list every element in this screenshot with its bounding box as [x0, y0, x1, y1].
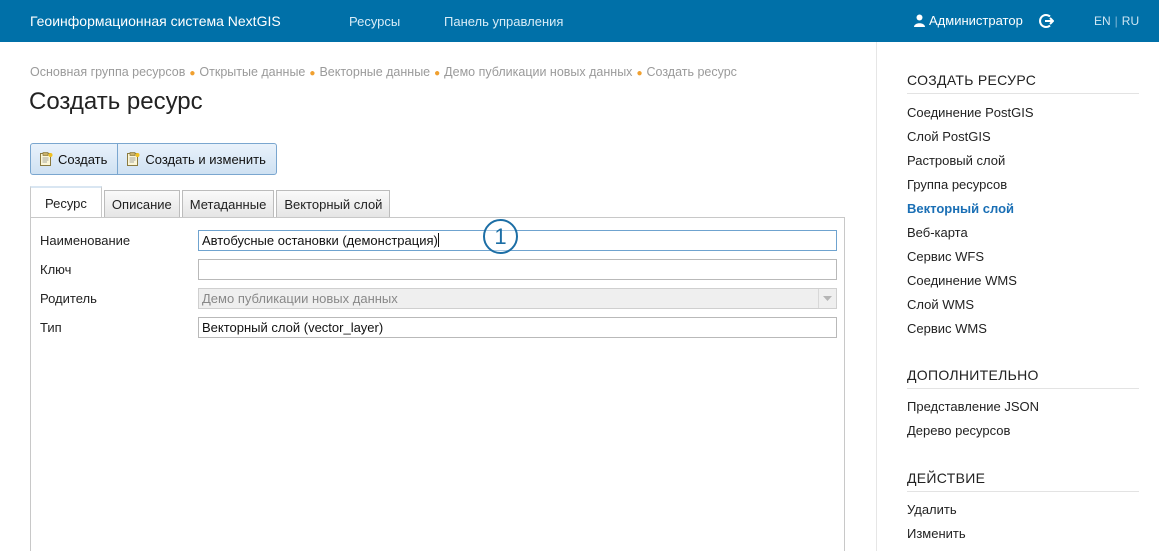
parent-select[interactable]: Демо публикации новых данных: [198, 288, 837, 309]
sidebar-heading-create: СОЗДАТЬ РЕСУРС: [907, 72, 1139, 94]
sidebar-item-delete[interactable]: Удалить: [907, 498, 1139, 522]
create-and-edit-button[interactable]: Создать и изменить: [117, 144, 275, 174]
name-input-value: Автобусные остановки (демонстрация): [202, 233, 438, 248]
breadcrumb-separator: ●: [309, 68, 316, 79]
sidebar-heading-action: ДЕЙСТВИЕ: [907, 470, 1139, 492]
user-name: Администратор: [929, 13, 1023, 28]
sidebar-item-edit[interactable]: Изменить: [907, 522, 1139, 546]
sidebar-extra-section: ДОПОЛНИТЕЛЬНО Представление JSON Дерево …: [907, 367, 1139, 443]
sidebar-heading-extra: ДОПОЛНИТЕЛЬНО: [907, 367, 1139, 389]
parent-label: Родитель: [40, 291, 97, 306]
form-row-name: Наименование Автобусные остановки (демон…: [31, 230, 844, 252]
sidebar-item-web-map[interactable]: Веб-карта: [907, 221, 1139, 245]
key-label: Ключ: [40, 262, 72, 277]
type-input[interactable]: Векторный слой (vector_layer): [198, 317, 837, 338]
clipboard-icon: [40, 152, 53, 166]
sidebar-item-raster-layer[interactable]: Растровый слой: [907, 149, 1139, 173]
tab-metadata[interactable]: Метаданные: [181, 190, 275, 218]
lang-ru[interactable]: RU: [1122, 14, 1139, 28]
main-content: Основная группа ресурсов ● Открытые данные…: [0, 42, 876, 551]
sidebar-action-section: ДЕЙСТВИЕ Удалить Изменить: [907, 470, 1139, 546]
sidebar: СОЗДАТЬ РЕСУРС Соединение PostGIS Слой P…: [876, 42, 1159, 551]
key-input[interactable]: [198, 259, 837, 280]
app-title[interactable]: Геоинформационная система NextGIS: [30, 13, 281, 29]
form-row-type: Тип Векторный слой (vector_layer): [31, 317, 844, 339]
sidebar-extra-list: Представление JSON Дерево ресурсов: [907, 395, 1139, 443]
create-button[interactable]: Создать: [31, 144, 117, 174]
chevron-down-icon: [818, 289, 836, 308]
breadcrumb-separator: ●: [434, 68, 441, 79]
parent-select-value: Демо публикации новых данных: [202, 291, 398, 306]
sidebar-item-json-view[interactable]: Представление JSON: [907, 395, 1139, 419]
sidebar-item-vector-layer[interactable]: Векторный слой: [907, 197, 1139, 221]
sidebar-action-list: Удалить Изменить: [907, 498, 1139, 546]
form-row-key: Ключ: [31, 259, 844, 281]
create-button-label: Создать: [58, 151, 108, 167]
user-icon: [914, 14, 925, 27]
nav-resources[interactable]: Ресурсы: [349, 14, 400, 29]
lang-en[interactable]: EN: [1094, 14, 1111, 28]
breadcrumb-item[interactable]: Открытые данные: [199, 65, 305, 79]
sidebar-item-wms-layer[interactable]: Слой WMS: [907, 293, 1139, 317]
tab-resource[interactable]: Ресурс: [30, 186, 102, 219]
breadcrumb-current: Создать ресурс: [646, 65, 737, 79]
user-menu[interactable]: Администратор: [914, 13, 1023, 28]
resource-tabs: Ресурс Описание Метаданные Векторный сло…: [30, 184, 392, 219]
sidebar-item-postgis-connection[interactable]: Соединение PostGIS: [907, 101, 1139, 125]
tab-vector-layer[interactable]: Векторный слой: [276, 190, 391, 218]
clipboard-icon: [127, 152, 140, 166]
create-toolbar: Создать Создать и изменить: [30, 143, 277, 175]
resource-form-panel: Наименование Автобусные остановки (демон…: [30, 217, 845, 551]
top-navbar: Геоинформационная система NextGIS Ресурс…: [0, 0, 1159, 42]
breadcrumb-item[interactable]: Векторные данные: [319, 65, 430, 79]
sidebar-item-resource-group[interactable]: Группа ресурсов: [907, 173, 1139, 197]
breadcrumb-item[interactable]: Основная группа ресурсов: [30, 65, 185, 79]
breadcrumb-separator: ●: [189, 68, 196, 79]
sidebar-item-postgis-layer[interactable]: Слой PostGIS: [907, 125, 1139, 149]
breadcrumb: Основная группа ресурсов ● Открытые данные…: [30, 65, 737, 79]
breadcrumb-item[interactable]: Демо публикации новых данных: [444, 65, 632, 79]
text-cursor: [437, 233, 439, 247]
sidebar-create-list: Соединение PostGIS Слой PostGIS Растровы…: [907, 101, 1139, 341]
sidebar-item-resource-tree[interactable]: Дерево ресурсов: [907, 419, 1139, 443]
language-switch: EN | RU: [1094, 14, 1140, 28]
breadcrumb-separator: ●: [636, 68, 643, 79]
sidebar-item-wms-connection[interactable]: Соединение WMS: [907, 269, 1139, 293]
sidebar-item-wfs-service[interactable]: Сервис WFS: [907, 245, 1139, 269]
sidebar-item-wms-service[interactable]: Сервис WMS: [907, 317, 1139, 341]
step-callout-badge: 1: [483, 219, 518, 254]
name-label: Наименование: [40, 233, 131, 248]
sidebar-create-section: СОЗДАТЬ РЕСУРС Соединение PostGIS Слой P…: [907, 72, 1139, 341]
tab-description[interactable]: Описание: [103, 190, 180, 218]
form-row-parent: Родитель Демо публикации новых данных: [31, 288, 844, 310]
logout-icon[interactable]: [1038, 12, 1054, 30]
nav-control-panel[interactable]: Панель управления: [444, 14, 563, 29]
create-and-edit-button-label: Создать и изменить: [145, 151, 266, 167]
page-title: Создать ресурс: [29, 88, 203, 115]
type-label: Тип: [40, 320, 62, 335]
